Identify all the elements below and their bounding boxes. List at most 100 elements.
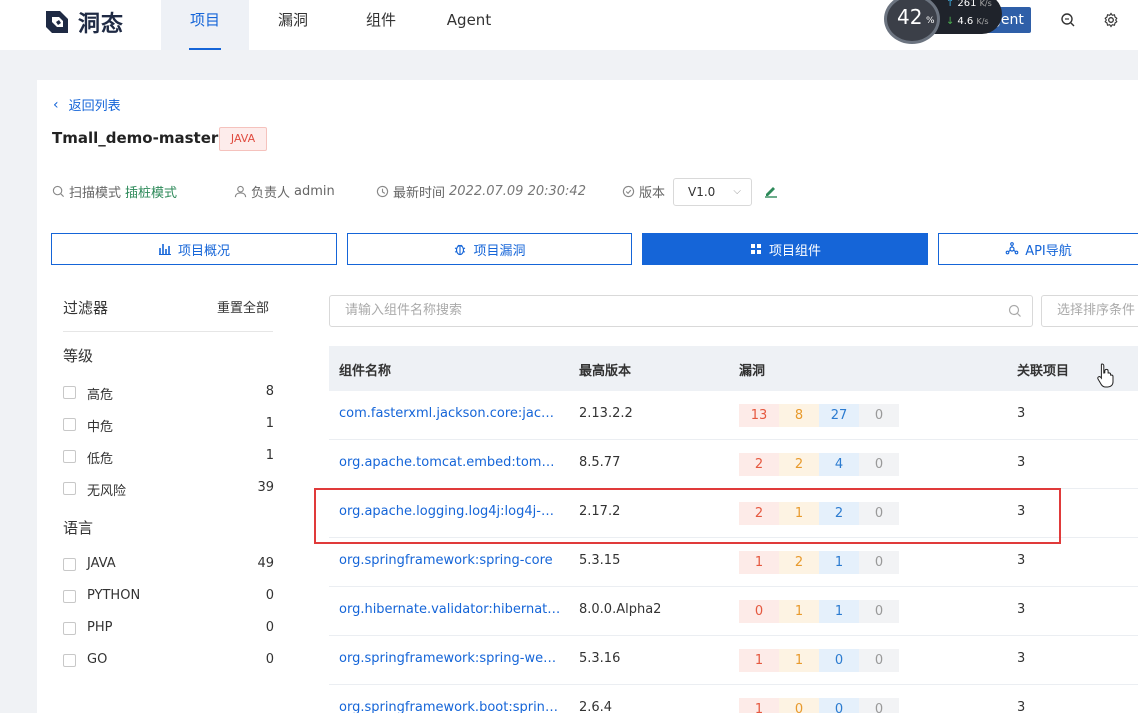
checkbox[interactable] — [63, 482, 76, 495]
component-version: 5.3.15 — [579, 553, 621, 568]
chevron-left-icon: ‹ — [53, 96, 59, 113]
vuln-counts: 1100 — [739, 649, 899, 672]
table-row: org.springframework:spring-core 5.3.15 1… — [329, 538, 1138, 587]
latest-time: 最新时间 2022.07.09 20:30:42 — [376, 182, 586, 201]
level-group-title: 等级 — [63, 347, 94, 365]
upload-speed: ↑ 261 K/s — [946, 0, 992, 9]
table-row: org.apache.tomcat.embed:tomcat-embed-cor… — [329, 440, 1138, 489]
col-vuln: 漏洞 — [739, 364, 766, 379]
component-name-link[interactable]: org.springframework.boot:spring-boot — [339, 700, 561, 713]
filter-divider — [63, 331, 273, 332]
filter-language-python[interactable]: PYTHON 0 — [63, 588, 274, 606]
search-icon[interactable] — [1008, 304, 1022, 318]
component-name-link[interactable]: org.hibernate.validator:hibernate-valida… — [339, 602, 561, 617]
check-circle-icon — [622, 185, 635, 198]
settings-gear-icon[interactable] — [1103, 12, 1119, 28]
logo[interactable]: 洞态 — [44, 8, 125, 37]
tab-project-components[interactable]: 项目组件 — [642, 233, 928, 265]
vuln-counts: 1210 — [739, 551, 899, 574]
nav-tab-vulnerabilities[interactable]: 漏洞 — [249, 0, 337, 50]
checkbox[interactable] — [63, 654, 76, 667]
filter-language-java[interactable]: JAVA 49 — [63, 556, 274, 574]
filter-level-low[interactable]: 低危 1 — [63, 448, 274, 467]
clock-icon — [376, 185, 389, 198]
table-row: com.fasterxml.jackson.core:jackson-datab… — [329, 391, 1138, 440]
related-projects: 3 — [1017, 700, 1026, 713]
component-name-link[interactable]: org.springframework:spring-core — [339, 553, 561, 568]
component-version: 5.3.16 — [579, 651, 621, 666]
back-to-list-link[interactable]: ‹ 返回列表 — [53, 95, 121, 115]
logo-icon — [44, 9, 70, 35]
checkbox[interactable] — [63, 558, 76, 571]
related-projects: 3 — [1017, 651, 1026, 666]
cpu-usage-circle: 42 % — [884, 0, 940, 44]
owner: 负责人 admin — [234, 182, 335, 201]
related-projects: 3 — [1017, 602, 1026, 617]
component-version: 2.6.4 — [579, 700, 613, 713]
search-global-icon[interactable] — [1060, 12, 1076, 28]
log4j-row-highlight — [314, 488, 1061, 544]
download-arrow-icon: ↓ — [946, 16, 955, 27]
tab-project-overview[interactable]: 项目概况 — [51, 233, 337, 265]
language-badge: JAVA — [219, 127, 267, 151]
user-icon — [234, 185, 247, 198]
filter-level-medium[interactable]: 中危 1 — [63, 416, 274, 435]
scan-mode: 扫描模式 插桩模式 — [52, 182, 177, 201]
grid-icon — [750, 244, 761, 254]
edit-pencil-icon[interactable] — [763, 183, 779, 199]
hand-cursor-icon — [1096, 362, 1116, 388]
filter-title: 过滤器 — [63, 299, 109, 317]
checkbox[interactable] — [63, 450, 76, 463]
filter-level-none[interactable]: 无风险 39 — [63, 480, 274, 499]
chevron-down-icon: ⌵ — [733, 186, 741, 197]
table-header: 组件名称 最高版本 漏洞 关联项目 — [329, 346, 1138, 391]
component-version: 8.5.77 — [579, 455, 621, 470]
component-version: 2.13.2.2 — [579, 406, 633, 421]
component-search-input[interactable]: 请输入组件名称搜索 — [329, 295, 1033, 327]
top-nav-bar: 洞态 项目 漏洞 组件 Agent gent ↑ 261 K/s ↓ 4.6 K/s… — [0, 0, 1138, 50]
nav-tab-projects[interactable]: 项目 — [161, 0, 249, 50]
col-name: 组件名称 — [339, 364, 392, 379]
related-projects: 3 — [1017, 553, 1026, 568]
table-row: org.springframework:spring-webmvc 5.3.16… — [329, 636, 1138, 685]
version-label: 版本 — [622, 182, 665, 201]
vuln-counts: 13 8 27 0 — [739, 404, 899, 427]
upload-arrow-icon: ↑ — [946, 0, 955, 9]
table-row: org.springframework.boot:spring-boot 2.6… — [329, 685, 1138, 713]
component-name-link[interactable]: org.apache.tomcat.embed:tomcat-embed-cor… — [339, 455, 561, 470]
checkbox[interactable] — [63, 418, 76, 431]
reset-all-button[interactable]: 重置全部 — [217, 297, 269, 316]
related-projects: 3 — [1017, 406, 1026, 421]
vuln-counts: 1000 — [739, 698, 899, 713]
component-name-link[interactable]: com.fasterxml.jackson.core:jackson-datab… — [339, 406, 561, 421]
bar-chart-icon — [158, 244, 171, 255]
api-network-icon — [1005, 242, 1019, 255]
table-row: org.hibernate.validator:hibernate-valida… — [329, 587, 1138, 636]
vuln-counts: 2240 — [739, 453, 899, 476]
component-version: 8.0.0.Alpha2 — [579, 602, 662, 617]
version-select[interactable]: V1.0 ⌵ — [673, 178, 752, 206]
nav-tab-agent[interactable]: Agent — [425, 0, 513, 50]
checkbox[interactable] — [63, 386, 76, 399]
scan-icon — [52, 185, 65, 198]
col-version: 最高版本 — [579, 364, 632, 379]
checkbox[interactable] — [63, 590, 76, 603]
filter-language-php[interactable]: PHP 0 — [63, 620, 274, 638]
language-group-title: 语言 — [63, 519, 94, 537]
tab-project-vulnerabilities[interactable]: 项目漏洞 — [347, 233, 632, 265]
col-related: 关联项目 — [1017, 364, 1070, 379]
related-projects: 3 — [1017, 455, 1026, 470]
brand-name: 洞态 — [78, 12, 125, 37]
project-name: Tmall_demo-master — [52, 129, 219, 147]
filter-level-high[interactable]: 高危 8 — [63, 384, 274, 403]
component-name-link[interactable]: org.springframework:spring-webmvc — [339, 651, 561, 666]
sort-select[interactable]: 选择排序条件 — [1041, 295, 1138, 327]
checkbox[interactable] — [63, 622, 76, 635]
tab-api-navigation[interactable]: API导航 — [938, 233, 1138, 265]
bug-icon — [455, 244, 466, 256]
network-speed-widget: ↑ 261 K/s ↓ 4.6 K/s 42 % — [884, 0, 1004, 44]
vuln-counts: 0110 — [739, 600, 899, 623]
filter-language-go[interactable]: GO 0 — [63, 652, 274, 670]
nav-tab-components[interactable]: 组件 — [337, 0, 425, 50]
download-speed: ↓ 4.6 K/s — [946, 16, 989, 27]
